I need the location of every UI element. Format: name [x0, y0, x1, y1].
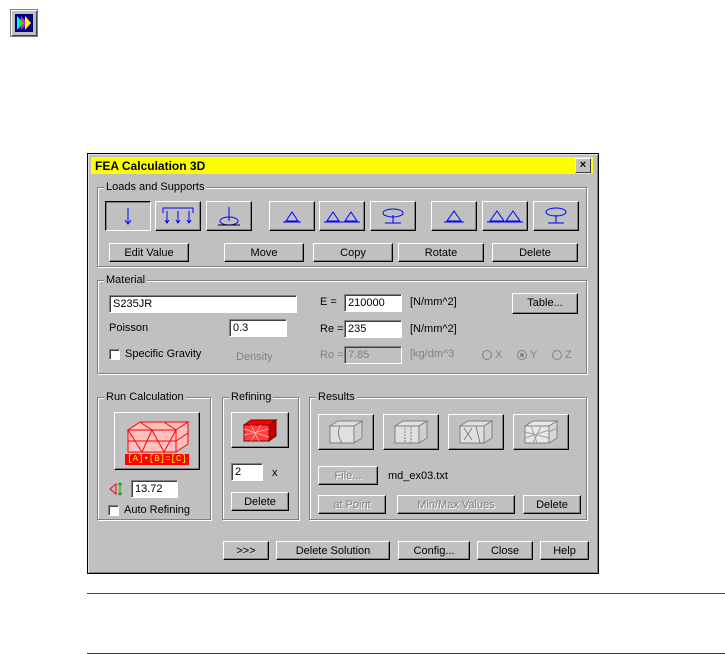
stress-view-button[interactable]: [448, 414, 504, 450]
divider-top: [87, 593, 725, 594]
run-calculation-button[interactable]: [A]•[B]=[C]: [114, 412, 200, 470]
refine-mesh-icon: [242, 419, 278, 442]
fea-dialog: FEA Calculation 3D × Loads and Supports: [87, 153, 599, 574]
copy-button[interactable]: Copy: [313, 243, 393, 262]
run-calculation-group: Run Calculation [A]•[B]=[C] 13.72 Auto R…: [97, 391, 211, 520]
pin-support-icon: [283, 211, 301, 223]
at-point-button[interactable]: at Point: [318, 495, 386, 514]
axis-x-label: X: [495, 349, 503, 361]
refining-factor-unit: x: [272, 467, 278, 479]
config-button[interactable]: Config...: [398, 541, 470, 560]
loads-group: Loads and Supports Edit Value Move Copy …: [97, 181, 587, 267]
results-group: Results File... md_ex03.txt at Point Min…: [309, 391, 587, 520]
auto-refining-label: Auto Refining: [124, 504, 191, 516]
e-label: E =: [320, 296, 337, 308]
refining-delete-button[interactable]: Delete: [231, 492, 289, 511]
moment-load-icon: [218, 207, 240, 226]
arrow-down-icon: [124, 208, 132, 225]
results-file-name: md_ex03.txt: [388, 470, 448, 482]
deformation-icon: [328, 420, 364, 444]
fixed-support-alt-button[interactable]: [533, 201, 579, 231]
roller-support-icon: [487, 210, 523, 223]
material-group: Material S235JR Poisson 0.3 Specific Gra…: [97, 274, 587, 374]
stress-icon: [458, 420, 494, 444]
re-label: Re =: [320, 323, 344, 335]
min-max-values-button[interactable]: Min/Max Values: [397, 495, 515, 514]
mesh-view-button[interactable]: [513, 414, 569, 450]
pin-roller-support-icon: [324, 211, 360, 223]
edit-value-button[interactable]: Edit Value: [109, 243, 189, 262]
refine-mesh-button[interactable]: [231, 412, 289, 448]
re-unit: [N/mm^2]: [410, 323, 457, 335]
material-group-label: Material: [104, 274, 148, 286]
e-unit: [N/mm^2]: [410, 296, 457, 308]
loads-delete-button[interactable]: Delete: [492, 243, 578, 262]
specific-gravity-checkbox[interactable]: [109, 349, 120, 360]
re-field[interactable]: 235: [344, 320, 402, 338]
ro-field: 7.85: [344, 346, 402, 364]
move-button[interactable]: Move: [224, 243, 304, 262]
density-label: Density: [236, 351, 273, 363]
axis-z-radio[interactable]: [552, 350, 562, 360]
poisson-field[interactable]: 0.3: [229, 319, 287, 337]
refining-group-label: Refining: [229, 391, 274, 403]
point-load-button[interactable]: [105, 201, 151, 231]
refining-factor-field[interactable]: 2: [231, 463, 263, 481]
mesh-box-icon: [126, 420, 190, 453]
specific-gravity-label: Specific Gravity: [125, 348, 202, 360]
results-delete-button[interactable]: Delete: [523, 495, 581, 514]
pin-support-button[interactable]: [269, 201, 315, 231]
fixed-support-button[interactable]: [370, 201, 416, 231]
axis-y-radio[interactable]: [517, 350, 527, 360]
dialog-title: FEA Calculation 3D: [95, 159, 206, 173]
poisson-label: Poisson: [109, 322, 149, 334]
table-button[interactable]: Table...: [512, 293, 578, 314]
close-icon[interactable]: ×: [575, 158, 591, 173]
close-button[interactable]: Close: [477, 541, 533, 560]
ro-unit: [kg/dm^3: [410, 348, 455, 360]
auto-refining-checkbox[interactable]: [108, 505, 119, 516]
pin-support-alt-button[interactable]: [431, 201, 477, 231]
moment-load-button[interactable]: [206, 201, 252, 231]
roller-support-button[interactable]: [482, 201, 528, 231]
ro-label: Ro =: [320, 349, 344, 361]
material-name-field[interactable]: S235JR: [109, 295, 297, 313]
pin-support-alt-icon: [444, 210, 464, 223]
scale-field[interactable]: 13.72: [131, 480, 178, 498]
scale-arrows-icon: [109, 482, 123, 496]
expand-button[interactable]: >>>: [223, 541, 269, 560]
pin-roller-support-button[interactable]: [319, 201, 365, 231]
refining-group: Refining 2 x Delete: [222, 391, 299, 520]
run-calculation-label: Run Calculation: [104, 391, 186, 403]
results-file-button[interactable]: File...: [318, 466, 378, 485]
distributed-load-button[interactable]: [155, 201, 201, 231]
axis-z-label: Z: [565, 349, 572, 361]
fixed-support-alt-icon: [545, 207, 567, 224]
help-button[interactable]: Help: [540, 541, 589, 560]
fixed-support-icon: [382, 208, 404, 224]
deformation-view-button[interactable]: [318, 414, 374, 450]
section-icon: [393, 420, 429, 444]
title-bar: FEA Calculation 3D ×: [91, 157, 593, 174]
axis-y-label: Y: [530, 349, 538, 361]
axis-x-radio[interactable]: [482, 350, 492, 360]
distributed-load-icon: [162, 207, 194, 224]
loads-group-label: Loads and Supports: [104, 181, 207, 193]
section-view-button[interactable]: [383, 414, 439, 450]
formula-label: [A]•[B]=[C]: [125, 453, 189, 465]
e-modulus-field[interactable]: 210000: [344, 294, 402, 312]
rotate-button[interactable]: Rotate: [398, 243, 484, 262]
results-group-label: Results: [316, 391, 357, 403]
delete-solution-button[interactable]: Delete Solution: [276, 541, 390, 560]
mesh-icon: [523, 420, 559, 444]
app-logo-icon[interactable]: [10, 9, 38, 37]
